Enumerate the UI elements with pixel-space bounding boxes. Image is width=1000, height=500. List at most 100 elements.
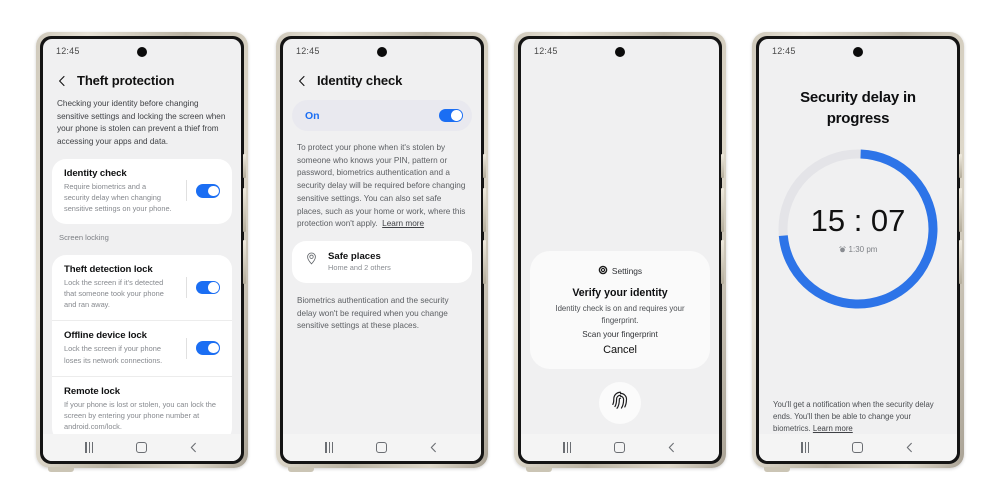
safe-places-text: Safe places Home and 2 others — [328, 251, 391, 272]
frame-foot-nub — [288, 467, 314, 472]
toggle-container — [177, 276, 220, 298]
countdown-center: 15 : 07 1:30 pm — [774, 145, 942, 313]
side-button-volume-up[interactable] — [483, 188, 486, 232]
row-title: Theft detection lock — [64, 264, 153, 276]
safe-places-title: Safe places — [328, 250, 381, 262]
page-header: Theft protection — [43, 65, 241, 98]
navigation-bar — [521, 434, 719, 461]
frame-foot-nub — [48, 467, 74, 472]
safe-places-card[interactable]: Safe places Home and 2 others — [292, 240, 472, 283]
side-button-bixby[interactable] — [959, 154, 962, 178]
section-label-screen-locking: Screen locking — [59, 233, 109, 243]
screen-security-delay: 12:45 Security delay in progress 15 : 07 — [759, 39, 957, 461]
cancel-button[interactable]: Cancel — [544, 344, 696, 356]
toggle-offline-device-lock[interactable] — [196, 341, 220, 355]
back-icon[interactable] — [428, 442, 439, 453]
side-button-bixby[interactable] — [721, 154, 724, 178]
toggle-identity-check[interactable] — [196, 184, 220, 198]
screen-theft-protection: 12:45 Theft protection Checking your ide… — [43, 39, 241, 461]
status-bar: 12:45 — [283, 39, 481, 65]
phone-bezel: 12:45 Settings Verify your identity Iden… — [518, 36, 724, 464]
identity-check-card: Identity check Require biometrics and a … — [52, 158, 232, 225]
side-button-bixby[interactable] — [243, 154, 246, 178]
row-subtitle: Require biometrics and a security delay … — [64, 181, 172, 214]
recents-icon[interactable] — [85, 442, 96, 453]
screen-identity-check: 12:45 Identity check On To protect your … — [283, 39, 481, 461]
back-arrow-icon[interactable] — [296, 75, 308, 87]
status-bar: 12:45 — [759, 39, 957, 65]
toggle-knob — [207, 342, 219, 354]
side-button-volume-up[interactable] — [243, 188, 246, 232]
safe-places-footer-note: Biometrics authentication and the securi… — [297, 295, 449, 331]
row-title: Identity check — [64, 167, 127, 179]
dialog-app-name: Settings — [611, 266, 643, 276]
dialog-app-row: Settings — [544, 262, 696, 280]
countdown-end-time: 1:30 pm — [848, 244, 878, 254]
status-clock: 12:45 — [772, 46, 796, 56]
side-button-bixby[interactable] — [483, 154, 486, 178]
dialog-scan-hint: Scan your fingerprint — [582, 330, 658, 340]
toggle-knob — [450, 110, 462, 121]
toggle-identity-check-master[interactable] — [439, 108, 463, 123]
vertical-divider — [186, 276, 187, 298]
row-theft-detection-lock[interactable]: Theft detection lock Lock the screen if … — [52, 255, 232, 320]
side-button-power[interactable] — [243, 240, 246, 284]
toggle-state-label: On — [305, 109, 320, 122]
navigation-bar — [283, 434, 481, 461]
phone-verify-identity: 12:45 Settings Verify your identity Iden… — [514, 32, 726, 472]
vertical-divider — [186, 337, 187, 359]
safe-places-subtitle: Home and 2 others — [328, 262, 391, 272]
home-icon[interactable] — [136, 442, 148, 453]
status-clock: 12:45 — [296, 46, 320, 56]
verify-identity-dialog: Settings Verify your identity Identity c… — [530, 251, 710, 370]
learn-more-link[interactable]: Learn more — [382, 219, 424, 228]
camera-punch-hole — [853, 47, 863, 57]
dialog-description: Identity check is on and requires your f… — [555, 304, 685, 325]
gear-icon — [598, 262, 608, 280]
security-delay-note: You'll get a notification when the secur… — [773, 399, 943, 435]
side-button-power[interactable] — [959, 240, 962, 284]
row-offline-device-lock[interactable]: Offline device lock Lock the screen if y… — [52, 320, 232, 375]
page-title: Theft protection — [77, 73, 175, 88]
alarm-icon — [838, 245, 846, 253]
identity-check-master-toggle-row[interactable]: On — [292, 100, 472, 131]
toggle-knob — [207, 185, 219, 197]
phone-security-delay: 12:45 Security delay in progress 15 : 07 — [752, 32, 964, 472]
row-identity-check[interactable]: Identity check Require biometrics and a … — [52, 159, 232, 224]
side-button-power[interactable] — [483, 240, 486, 284]
side-button-power[interactable] — [721, 240, 724, 284]
side-button-volume-up[interactable] — [959, 188, 962, 232]
vertical-divider — [186, 180, 187, 202]
home-icon[interactable] — [614, 442, 626, 453]
learn-more-link[interactable]: Learn more — [813, 424, 853, 433]
back-icon[interactable] — [904, 442, 915, 453]
camera-punch-hole — [377, 47, 387, 57]
row-remote-lock[interactable]: Remote lock If your phone is lost or sto… — [52, 375, 232, 442]
back-icon[interactable] — [188, 442, 199, 453]
back-icon[interactable] — [666, 442, 677, 453]
note-text: You'll get a notification when the secur… — [773, 400, 934, 434]
page-header: Identity check — [283, 65, 481, 98]
phone-theft-protection: 12:45 Theft protection Checking your ide… — [36, 32, 248, 472]
home-icon[interactable] — [852, 442, 864, 453]
status-clock: 12:45 — [56, 46, 80, 56]
countdown-ring: 15 : 07 1:30 pm — [774, 145, 942, 313]
frame-foot-nub — [764, 467, 790, 472]
toggle-theft-detection-lock[interactable] — [196, 280, 220, 295]
page-description: Checking your identity before changing s… — [57, 99, 226, 147]
recents-icon[interactable] — [563, 442, 574, 453]
phone-bezel: 12:45 Security delay in progress 15 : 07 — [756, 36, 962, 464]
dialog-title: Verify your identity — [572, 287, 668, 299]
status-clock: 12:45 — [534, 46, 558, 56]
row-subtitle: Lock the screen if it's detected that so… — [64, 278, 164, 310]
navigation-bar — [759, 434, 957, 461]
home-icon[interactable] — [376, 442, 388, 453]
recents-icon[interactable] — [801, 442, 812, 453]
screen-locking-card: Theft detection lock Lock the screen if … — [52, 255, 232, 443]
side-button-volume-up[interactable] — [721, 188, 724, 232]
camera-punch-hole — [615, 47, 625, 57]
recents-icon[interactable] — [325, 442, 336, 453]
fingerprint-icon — [609, 389, 632, 417]
back-arrow-icon[interactable] — [56, 75, 68, 87]
fingerprint-scan-target[interactable] — [599, 382, 641, 424]
